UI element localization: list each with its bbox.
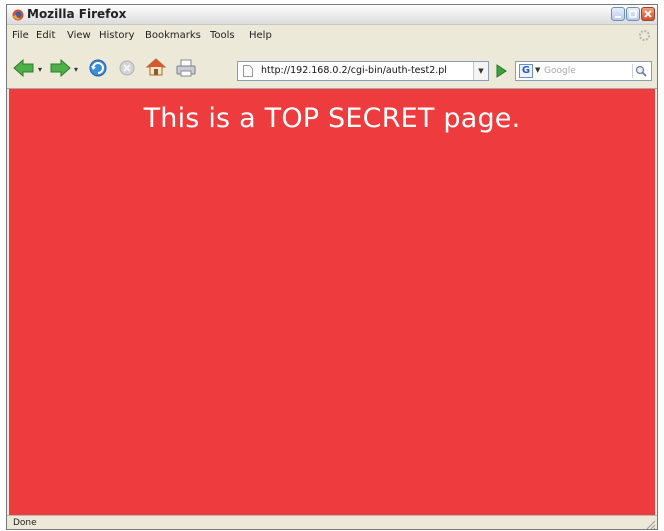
title-bar: Mozilla Firefox [7,5,657,25]
forward-arrow-icon[interactable] [49,58,71,78]
minimize-button[interactable] [611,7,625,21]
search-box[interactable]: G ▼ [515,61,652,81]
page-icon [243,65,253,77]
resize-grip-icon[interactable] [645,519,656,530]
go-arrow-icon[interactable] [494,64,508,78]
search-engine-icon[interactable]: G [519,64,533,78]
maximize-icon [629,10,637,18]
search-engine-dropdown-icon[interactable]: ▼ [535,66,540,74]
back-dropdown-icon[interactable]: ▾ [38,65,42,74]
close-icon [644,10,652,18]
url-text[interactable]: http://192.168.0.2/cgi-bin/auth-test2.pl [261,65,447,76]
page-heading: This is a TOP SECRET page. [143,103,521,134]
url-dropdown-icon[interactable]: ▼ [473,62,488,80]
address-bar[interactable]: http://192.168.0.2/cgi-bin/auth-test2.pl… [237,61,489,81]
menu-bookmarks[interactable]: Bookmarks [145,30,201,41]
throbber-icon [639,30,650,41]
menu-view[interactable]: View [67,30,91,41]
menu-tools[interactable]: Tools [210,30,235,41]
forward-dropdown-icon[interactable]: ▾ [74,65,78,74]
window-title: Mozilla Firefox [27,7,127,21]
back-arrow-icon[interactable] [13,58,35,78]
browser-window: Mozilla Firefox File Edit View History B… [6,4,658,530]
print-icon[interactable] [175,58,197,78]
status-text: Done [13,518,37,528]
maximize-button[interactable] [626,7,640,21]
minimize-icon [615,16,621,18]
magnifier-icon[interactable] [632,64,649,78]
firefox-icon [12,9,24,21]
menu-history[interactable]: History [99,30,135,41]
status-bar: Done [7,515,657,530]
menu-edit[interactable]: Edit [36,30,55,41]
menu-file[interactable]: File [12,30,29,41]
menu-bar: File Edit View History Bookmarks Tools H… [7,25,657,45]
page-content: This is a TOP SECRET page. [9,89,655,515]
menu-help[interactable]: Help [249,30,272,41]
home-icon[interactable] [145,57,167,77]
close-button[interactable] [641,7,655,21]
stop-icon[interactable] [117,59,137,77]
navigation-toolbar: ▾ ▾ http://192.168.0.2/cgi-bin/auth-test… [7,45,657,89]
reload-icon[interactable] [87,58,109,78]
search-input[interactable] [544,64,632,78]
